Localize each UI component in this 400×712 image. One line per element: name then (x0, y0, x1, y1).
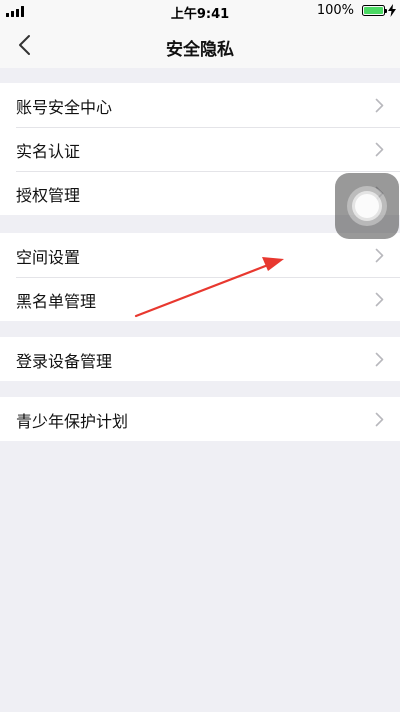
battery-percent: 100% (316, 3, 354, 18)
battery-icon (362, 5, 387, 16)
assistive-touch-dot (355, 194, 379, 218)
chevron-right-icon (375, 248, 384, 263)
row-label: 账号安全中心 (16, 98, 113, 117)
row-space-settings[interactable]: 空间设置 (0, 233, 400, 277)
row-label: 授权管理 (16, 186, 81, 205)
page-title: 安全隐私 (166, 40, 234, 60)
row-label: 黑名单管理 (16, 292, 97, 311)
row-label: 实名认证 (16, 142, 81, 161)
settings-group-space: 空间设置 黑名单管理 (0, 233, 400, 321)
chevron-right-icon (375, 292, 384, 307)
row-account-security-center[interactable]: 账号安全中心 (0, 83, 400, 127)
navigation-bar: 安全隐私 (0, 22, 400, 68)
row-youth-protection-plan[interactable]: 青少年保护计划 (0, 397, 400, 441)
chevron-right-icon (375, 412, 384, 427)
row-real-name-verification[interactable]: 实名认证 (0, 127, 400, 171)
row-label: 青少年保护计划 (16, 412, 129, 431)
chevron-right-icon (375, 352, 384, 367)
status-bar: 上午9:41 100% (0, 0, 400, 22)
settings-group-youth: 青少年保护计划 (0, 397, 400, 441)
assistive-touch-button[interactable] (335, 173, 399, 239)
chevron-right-icon (375, 142, 384, 157)
row-label: 登录设备管理 (16, 352, 113, 371)
row-label: 空间设置 (16, 248, 81, 267)
chevron-right-icon (375, 98, 384, 113)
row-login-device-management[interactable]: 登录设备管理 (0, 337, 400, 381)
row-blacklist-management[interactable]: 黑名单管理 (0, 277, 400, 321)
charging-bolt-icon (388, 4, 396, 17)
settings-group-devices: 登录设备管理 (0, 337, 400, 381)
